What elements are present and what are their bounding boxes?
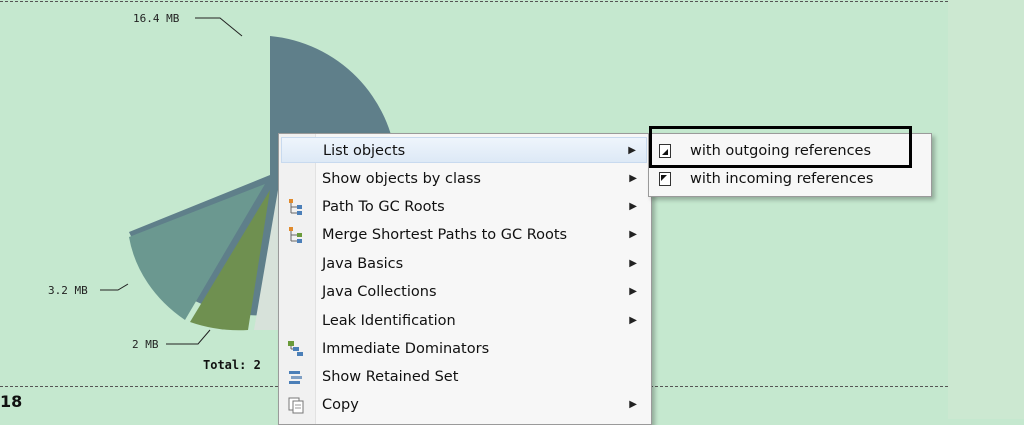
menu-item-label: Show Retained Set bbox=[322, 369, 459, 385]
menu-item-path-to-gc-roots[interactable]: Path To GC Roots ▶ bbox=[281, 194, 647, 220]
menu-item-label: Show objects by class bbox=[322, 171, 481, 187]
highlight-annotation-box bbox=[649, 126, 912, 168]
menu-item-label: Java Basics bbox=[322, 256, 404, 272]
submenu-arrow-icon: ▶ bbox=[628, 145, 636, 156]
menu-item-java-basics[interactable]: Java Basics ▶ bbox=[281, 251, 647, 277]
pie-total-label: Total: 2 bbox=[203, 358, 261, 372]
menu-item-label: Merge Shortest Paths to GC Roots bbox=[322, 227, 568, 243]
menu-item-label: Path To GC Roots bbox=[322, 199, 445, 215]
merge-icon bbox=[289, 227, 302, 243]
submenu-arrow-icon: ▶ bbox=[629, 229, 637, 240]
submenu-item-label: with incoming references bbox=[690, 171, 874, 187]
menu-item-label: Java Collections bbox=[322, 284, 437, 300]
incoming-references-icon bbox=[659, 172, 671, 186]
left-fragment-text: 18 bbox=[0, 392, 23, 411]
submenu-arrow-icon: ▶ bbox=[629, 286, 637, 297]
menu-item-merge-shortest-paths[interactable]: Merge Shortest Paths to GC Roots ▶ bbox=[281, 222, 647, 248]
pie-label-2-mb: 2 MB bbox=[132, 338, 159, 351]
submenu-arrow-icon: ▶ bbox=[629, 258, 637, 269]
leader-line-2-mb bbox=[166, 329, 211, 345]
menu-item-leak-identification[interactable]: Leak Identification ▶ bbox=[281, 308, 647, 334]
menu-item-copy[interactable]: Copy ▶ bbox=[281, 392, 647, 418]
submenu-item-with-incoming-references[interactable]: with incoming references bbox=[651, 166, 927, 192]
pie-label-16-4-mb: 16.4 MB bbox=[133, 12, 180, 25]
path-icon bbox=[289, 199, 302, 215]
menu-item-immediate-dominators[interactable]: Immediate Dominators bbox=[281, 336, 647, 362]
retained-set-icon bbox=[289, 371, 302, 384]
menu-item-label: List objects bbox=[323, 143, 406, 159]
context-menu: List objects ▶ Show objects by class ▶ P… bbox=[278, 133, 652, 425]
submenu-arrow-icon: ▶ bbox=[629, 399, 637, 410]
submenu-arrow-icon: ▶ bbox=[629, 315, 637, 326]
menu-item-show-retained-set[interactable]: Show Retained Set bbox=[281, 364, 647, 390]
dominators-icon bbox=[288, 341, 303, 356]
leader-line-16-4-mb bbox=[195, 17, 243, 37]
menu-item-show-objects-by-class[interactable]: Show objects by class ▶ bbox=[281, 166, 647, 192]
pie-label-3-2-mb: 3.2 MB bbox=[48, 284, 88, 297]
menu-item-list-objects[interactable]: List objects ▶ bbox=[281, 137, 647, 163]
menu-item-java-collections[interactable]: Java Collections ▶ bbox=[281, 279, 647, 305]
copy-icon bbox=[288, 397, 304, 414]
menu-item-label: Leak Identification bbox=[322, 313, 456, 329]
menu-item-label: Copy bbox=[322, 397, 359, 413]
menu-item-label: Immediate Dominators bbox=[322, 341, 490, 357]
submenu-arrow-icon: ▶ bbox=[629, 173, 637, 184]
submenu-arrow-icon: ▶ bbox=[629, 201, 637, 212]
leader-line-3-2-mb bbox=[100, 283, 129, 291]
